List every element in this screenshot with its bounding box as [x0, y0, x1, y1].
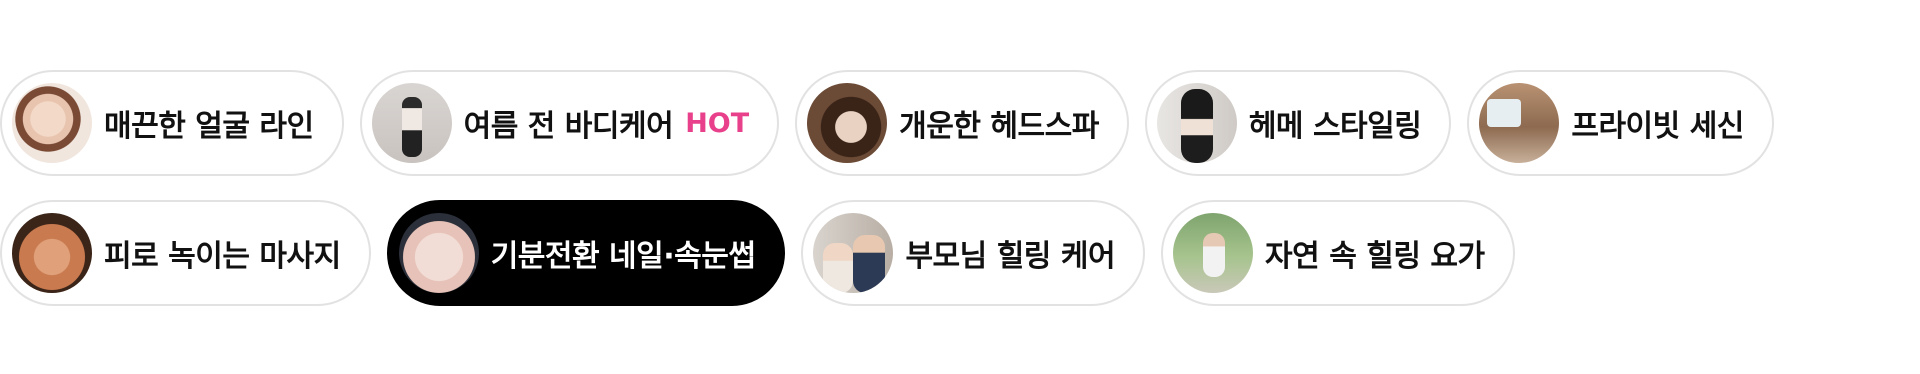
nail-photo-thumbnail — [398, 213, 479, 293]
chip-label: 여름 전 바디케어 — [463, 109, 674, 144]
head-spa-photo-thumbnail — [807, 83, 888, 163]
chip-styling[interactable]: 헤메 스타일링 — [1144, 70, 1452, 176]
category-chip-list: 매끈한 얼굴 라인 여름 전 바디케어 HOT 개운한 헤드스파 헤메 스타일링… — [0, 0, 1920, 374]
parents-photo-thumbnail — [813, 213, 894, 293]
body-photo-thumbnail — [371, 83, 452, 163]
chip-row-1: 매끈한 얼굴 라인 여름 전 바디케어 HOT 개운한 헤드스파 헤메 스타일링… — [0, 70, 1774, 176]
chip-label: 프라이빗 세신 — [1571, 109, 1744, 144]
chip-yoga[interactable]: 자연 속 힐링 요가 — [1161, 200, 1515, 306]
chip-label: 부모님 힐링 케어 — [905, 239, 1116, 274]
chip-label: 자연 속 힐링 요가 — [1265, 239, 1485, 274]
face-photo-thumbnail — [12, 83, 92, 163]
hot-badge: HOT — [685, 107, 750, 139]
chip-row-2: 피로 녹이는 마사지 기분전환 네일·속눈썹 부모님 힐링 케어 자연 속 힐링… — [0, 200, 1515, 306]
private-room-photo-thumbnail — [1479, 83, 1560, 163]
chip-label: 피로 녹이는 마사지 — [104, 239, 341, 274]
chip-body-care[interactable]: 여름 전 바디케어 HOT — [359, 70, 780, 176]
styling-photo-thumbnail — [1156, 83, 1237, 163]
chip-label: 개운한 헤드스파 — [899, 109, 1099, 144]
yoga-photo-thumbnail — [1173, 213, 1254, 293]
chip-label: 헤메 스타일링 — [1248, 109, 1422, 144]
chip-nail-lash-selected[interactable]: 기분전환 네일·속눈썹 — [386, 200, 786, 306]
chip-private-scrub[interactable]: 프라이빗 세신 — [1467, 70, 1774, 176]
chip-parents-care[interactable]: 부모님 힐링 케어 — [801, 200, 1146, 306]
chip-label: 매끈한 얼굴 라인 — [104, 109, 314, 144]
chip-label: 기분전환 네일·속눈썹 — [490, 239, 756, 274]
massage-photo-thumbnail — [12, 213, 92, 293]
chip-face-line[interactable]: 매끈한 얼굴 라인 — [0, 70, 344, 176]
chip-head-spa[interactable]: 개운한 헤드스파 — [795, 70, 1129, 176]
chip-massage[interactable]: 피로 녹이는 마사지 — [0, 200, 371, 306]
